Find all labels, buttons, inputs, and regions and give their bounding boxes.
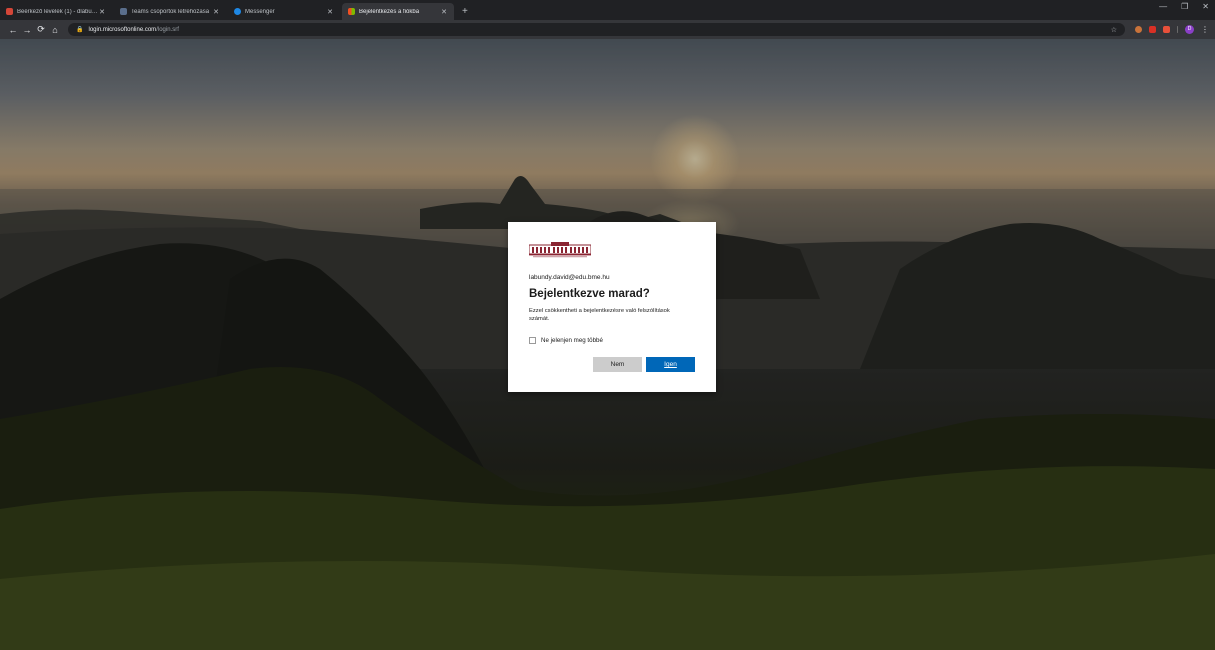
profile-avatar[interactable]: D (1185, 25, 1194, 34)
back-icon[interactable]: ← (6, 25, 20, 35)
extension-icon[interactable] (1149, 26, 1156, 33)
address-bar[interactable]: 🔒 login.microsoftonline.com/login.srf ☆ (68, 23, 1125, 36)
reload-icon[interactable]: ⟳ (34, 24, 48, 35)
bme-logo (528, 242, 592, 258)
tab-gmail[interactable]: Beérkező levelek (1) - dlabundy@ ✕ (0, 3, 112, 20)
browser-tab-bar: Beérkező levelek (1) - dlabundy@ ✕ Teams… (0, 0, 1215, 20)
tab-teams[interactable]: Teams csoportok letrehozasa ✕ (114, 3, 226, 20)
extensions: D ⋮ (1135, 25, 1209, 34)
tab-close-icon[interactable]: ✕ (98, 8, 106, 16)
dialog-buttons: Nem Igen (593, 357, 695, 372)
url-path: /login.srf (156, 26, 179, 33)
no-button[interactable]: Nem (593, 357, 642, 372)
tab-close-icon[interactable]: ✕ (212, 8, 220, 16)
url-host: login.microsoftonline.com (88, 26, 157, 33)
forward-icon[interactable]: → (20, 25, 34, 35)
dialog-title: Bejelentkezve marad? (529, 288, 650, 300)
dialog-description: Ezzel csökkentheti a bejelentkezésre val… (529, 308, 670, 322)
dont-show-again-row[interactable]: Ne jelenjen meg többé (529, 336, 694, 344)
account-email: labundy.david@edu.bme.hu (529, 274, 610, 281)
extension-icon[interactable] (1163, 26, 1170, 33)
tab-title: Teams csoportok letrehozasa (131, 8, 210, 15)
gmail-icon (6, 8, 13, 15)
microsoft-icon (348, 8, 355, 15)
tab-title: Bejelentkezés a fiókba (359, 8, 420, 15)
tab-microsoft-login[interactable]: Bejelentkezés a fiókba ✕ (342, 3, 454, 20)
dont-show-again-checkbox[interactable] (529, 336, 536, 344)
tab-close-icon[interactable]: ✕ (440, 8, 448, 16)
page-icon (120, 8, 127, 15)
minimize-icon[interactable]: — (1159, 2, 1167, 11)
yes-button[interactable]: Igen (646, 357, 695, 372)
tab-title: Messenger (245, 8, 275, 15)
messenger-icon (234, 8, 241, 15)
menu-icon[interactable]: ⋮ (1201, 25, 1209, 34)
extension-icon[interactable] (1135, 26, 1142, 33)
new-tab-button[interactable]: + (456, 3, 474, 20)
extension-separator (1177, 26, 1178, 33)
tab-close-icon[interactable]: ✕ (326, 8, 334, 16)
stay-signed-in-dialog: labundy.david@edu.bme.hu Bejelentkezve m… (508, 222, 716, 392)
lock-icon: 🔒 (76, 27, 84, 33)
dont-show-again-label[interactable]: Ne jelenjen meg többé (541, 337, 603, 344)
tab-messenger[interactable]: Messenger ✕ (228, 3, 340, 20)
home-icon[interactable]: ⌂ (48, 25, 62, 35)
tab-title: Beérkező levelek (1) - dlabundy@ (17, 8, 98, 15)
browser-toolbar: ← → ⟳ ⌂ 🔒 login.microsoftonline.com/logi… (0, 20, 1215, 39)
star-icon[interactable]: ☆ (1111, 26, 1117, 34)
restore-icon[interactable]: ❐ (1181, 2, 1188, 11)
window-controls: — ❐ ✕ (1159, 2, 1209, 11)
close-window-icon[interactable]: ✕ (1202, 2, 1209, 11)
